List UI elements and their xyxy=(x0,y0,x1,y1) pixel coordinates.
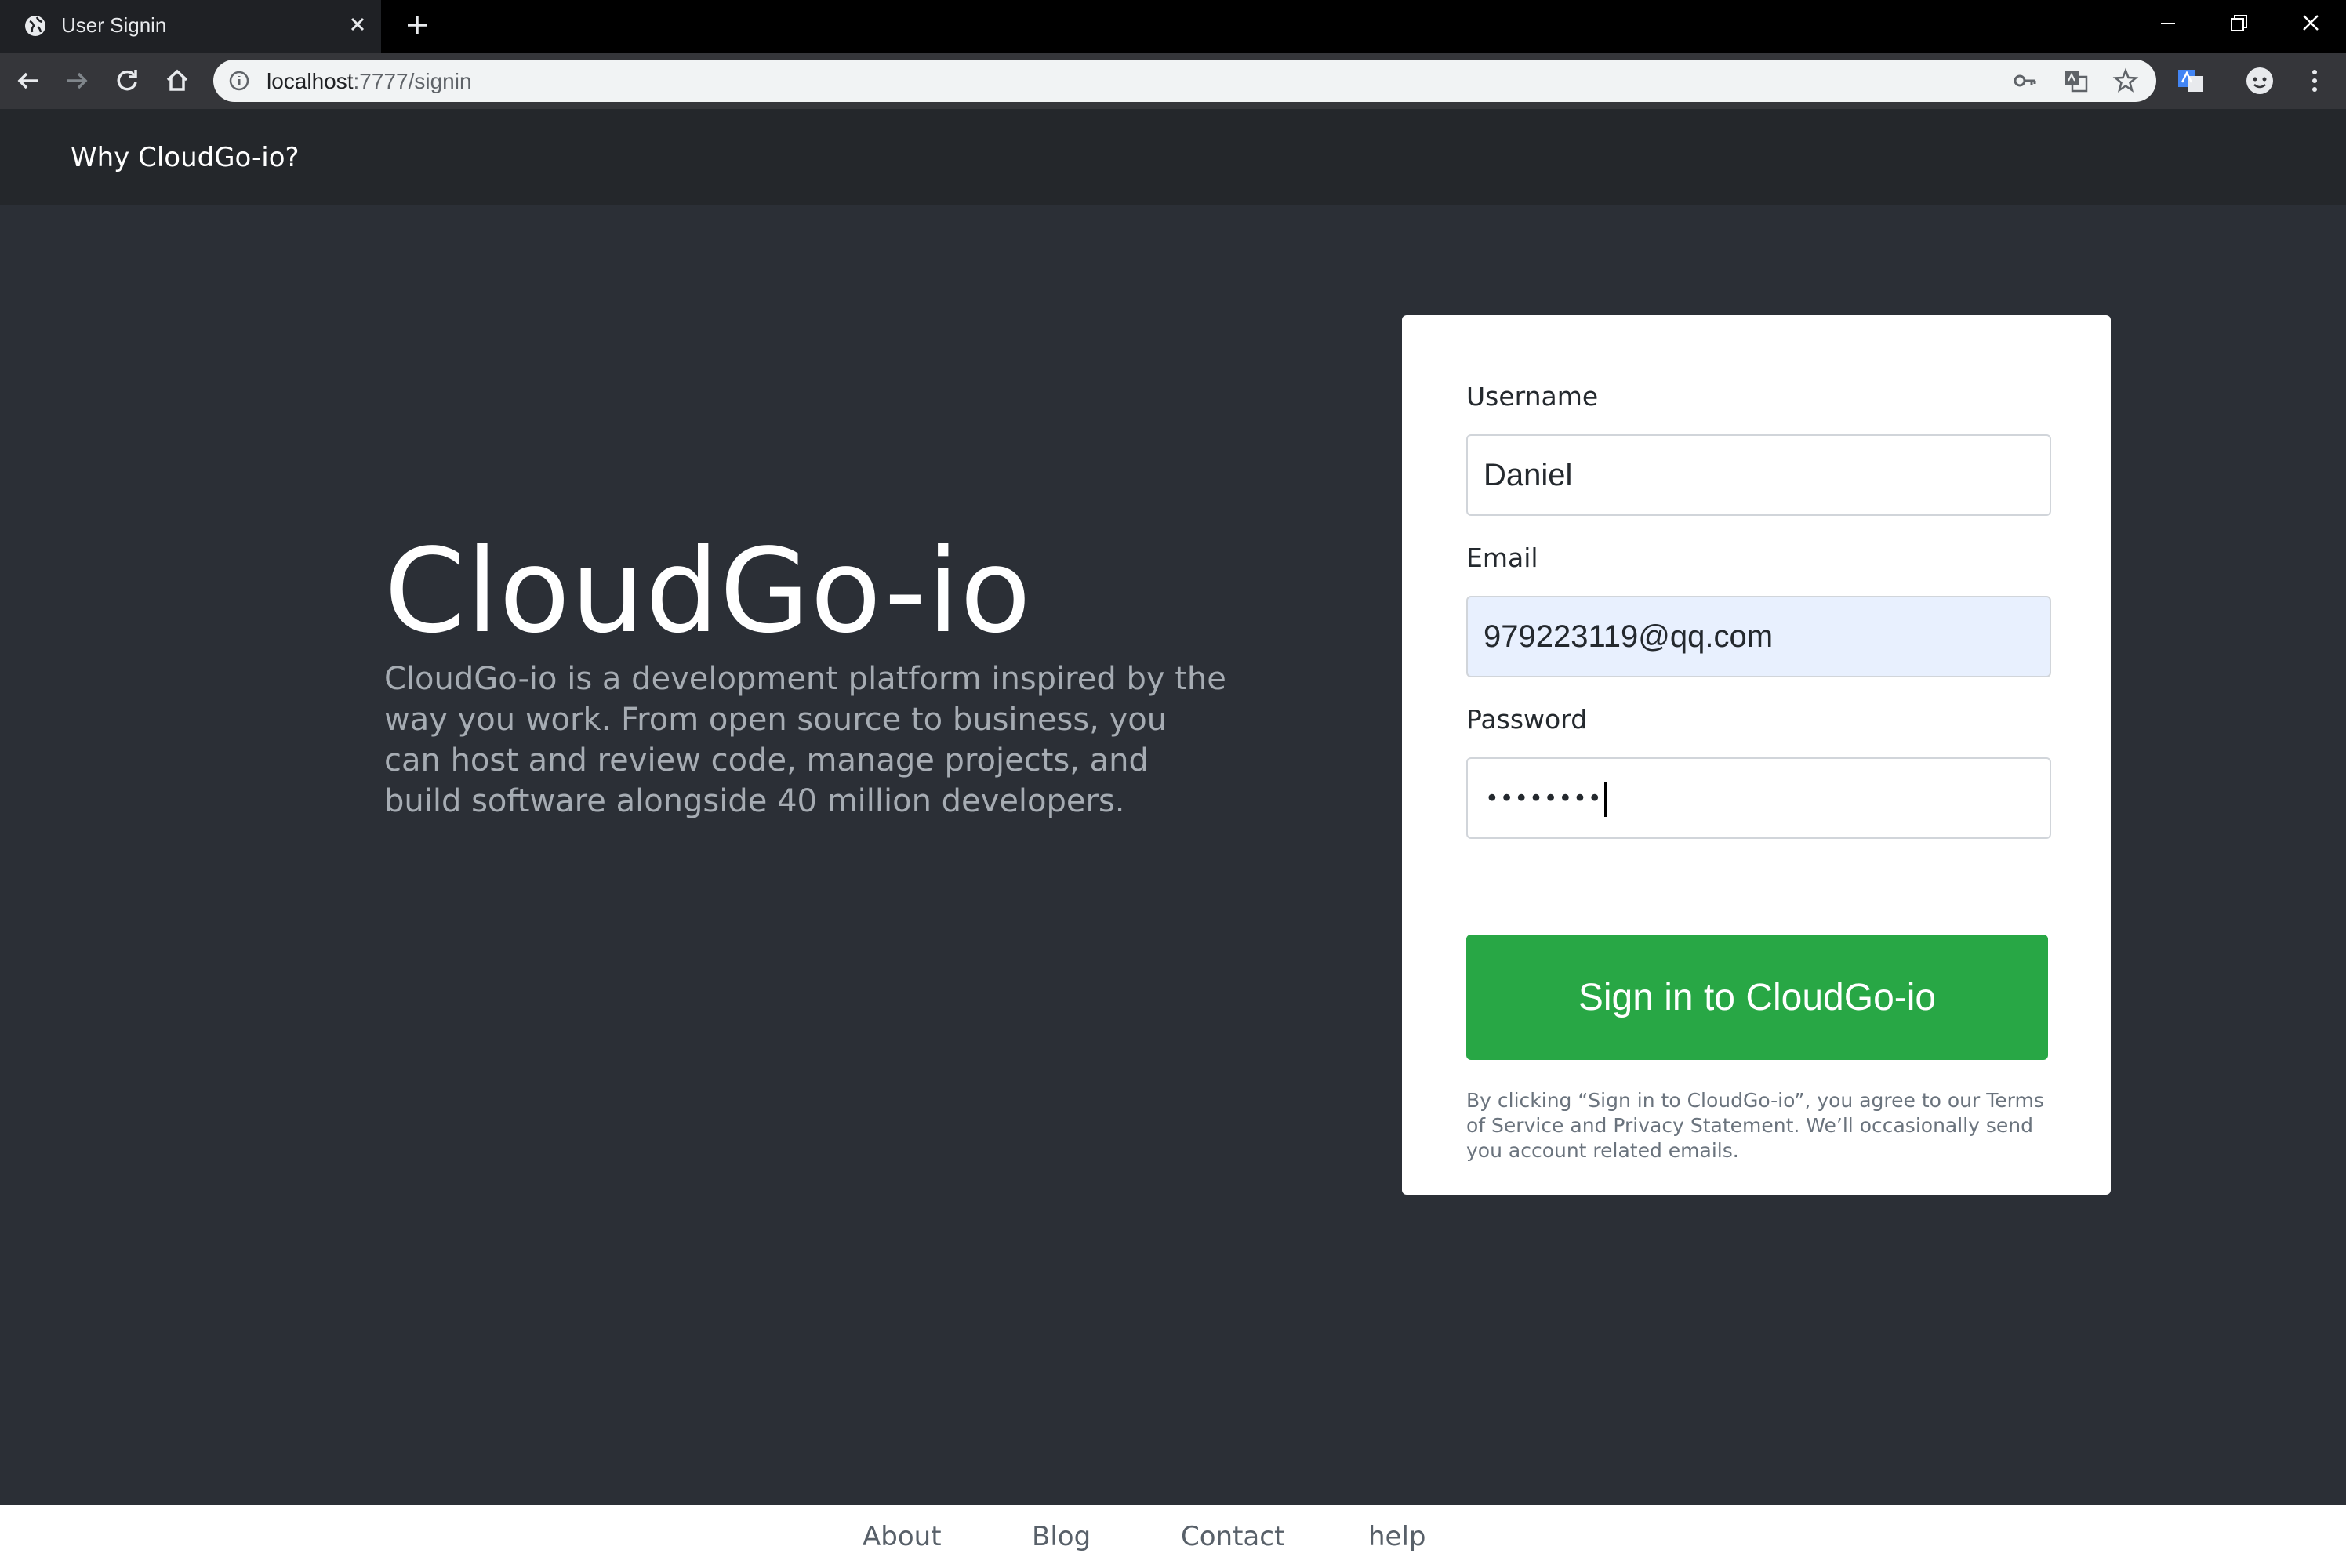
text-caret xyxy=(1603,782,1607,817)
browser-tab[interactable]: User Signin xyxy=(0,0,381,53)
forward-icon[interactable] xyxy=(60,64,94,98)
back-icon[interactable] xyxy=(11,64,45,98)
password-label: Password xyxy=(1466,704,1588,735)
hero-title: CloudGo-io xyxy=(384,524,1032,659)
new-tab-icon[interactable] xyxy=(403,11,431,39)
tab-title: User Signin xyxy=(61,13,167,37)
username-label: Username xyxy=(1466,381,1599,412)
close-window-icon[interactable] xyxy=(2291,8,2330,39)
username-input[interactable] xyxy=(1466,434,2051,516)
url-host: localhost xyxy=(267,69,354,93)
password-input[interactable]: •••••••• xyxy=(1466,757,2051,839)
email-label: Email xyxy=(1466,543,1538,573)
minimize-icon[interactable] xyxy=(2148,8,2188,39)
why-cloudgo-link[interactable]: Why CloudGo-io? xyxy=(71,142,300,173)
footer-link-contact[interactable]: Contact xyxy=(1181,1521,1284,1552)
password-mask: •••••••• xyxy=(1485,782,1607,817)
reload-icon[interactable] xyxy=(110,64,144,98)
url-path: :7777/signin xyxy=(353,69,472,93)
site-header: Why CloudGo-io? xyxy=(0,109,2346,205)
address-bar[interactable]: localhost:7777/signin xyxy=(213,60,2156,102)
restore-icon[interactable] xyxy=(2219,8,2258,39)
browser-tab-strip: User Signin xyxy=(0,0,2346,53)
password-dots: •••••••• xyxy=(1485,785,1603,813)
email-input[interactable] xyxy=(1466,596,2051,677)
signin-card: Username Email Password •••••••• Sign in… xyxy=(1402,315,2111,1195)
signin-button[interactable]: Sign in to CloudGo-io xyxy=(1466,935,2048,1060)
site-footer: About Blog Contact help xyxy=(0,1505,2346,1568)
hero-description: CloudGo-io is a development platform ins… xyxy=(384,661,1226,819)
close-tab-icon[interactable] xyxy=(345,12,370,37)
profile-avatar-icon[interactable] xyxy=(2242,64,2277,98)
info-icon[interactable] xyxy=(227,69,251,93)
url-text: localhost:7777/signin xyxy=(267,69,472,94)
browser-toolbar: localhost:7777/signin xyxy=(0,53,2346,109)
bookmark-star-icon[interactable] xyxy=(2112,67,2139,94)
globe-icon xyxy=(25,16,45,36)
key-icon[interactable] xyxy=(2012,67,2039,94)
terms-notice: By clicking “Sign in to CloudGo-io”, you… xyxy=(1466,1089,2044,1162)
footer-link-about[interactable]: About xyxy=(862,1521,942,1552)
translate-icon[interactable] xyxy=(2062,67,2089,94)
google-translate-extension-icon[interactable] xyxy=(2174,64,2208,98)
more-menu-icon[interactable] xyxy=(2297,64,2332,98)
home-icon[interactable] xyxy=(160,64,194,98)
footer-link-blog[interactable]: Blog xyxy=(1032,1521,1091,1552)
footer-link-help[interactable]: help xyxy=(1368,1521,1426,1552)
